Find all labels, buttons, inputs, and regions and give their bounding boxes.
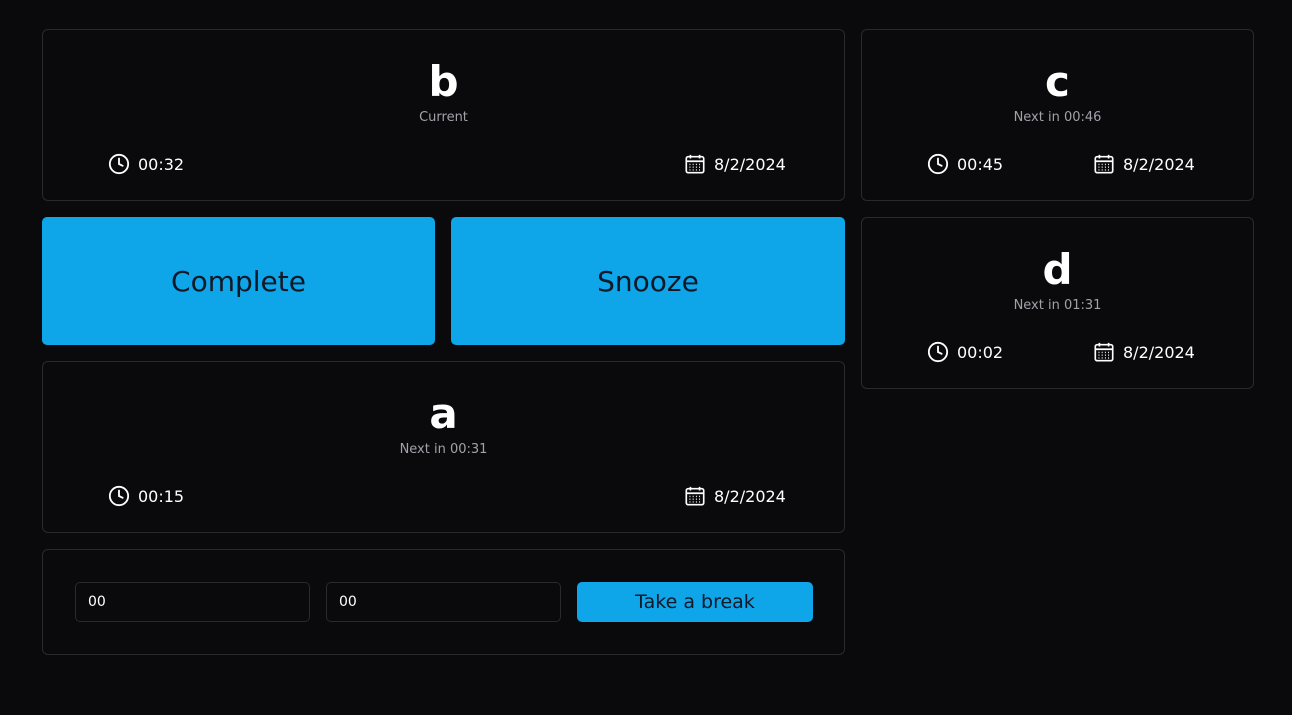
task-next-in: Next in 00:31 xyxy=(399,442,488,457)
take-break-button[interactable]: Take a break xyxy=(577,582,813,622)
duration-value: 00:15 xyxy=(138,486,185,506)
task-duration: 00:02 xyxy=(927,341,1003,363)
calendar-icon xyxy=(685,154,705,174)
task-title: a xyxy=(429,389,458,438)
break-hours-input[interactable] xyxy=(75,582,310,622)
task-date: 8/2/2024 xyxy=(1093,153,1195,175)
calendar-icon xyxy=(685,486,705,506)
task-date: 8/2/2024 xyxy=(684,153,786,175)
break-form-card: Take a break xyxy=(42,549,845,655)
queued-task-card-c: c Next in 00:46 00:45 8/2/2024 xyxy=(861,29,1254,201)
break-minutes-input[interactable] xyxy=(326,582,561,622)
current-task-card: b Current 00:32 8/2/2024 xyxy=(42,29,845,201)
clock-icon xyxy=(108,153,130,175)
task-next-in: Next in 01:31 xyxy=(1013,298,1102,313)
clock-icon xyxy=(927,341,949,363)
calendar-icon xyxy=(1094,154,1114,174)
queued-task-card-a: a Next in 00:31 00:15 8/2/2024 xyxy=(42,361,845,533)
calendar-icon xyxy=(1094,342,1114,362)
duration-value: 00:32 xyxy=(138,154,185,174)
date-value: 8/2/2024 xyxy=(714,154,786,174)
queued-task-card-d: d Next in 01:31 00:02 8/2/2024 xyxy=(861,217,1254,389)
task-duration: 00:45 xyxy=(927,153,1003,175)
task-date: 8/2/2024 xyxy=(1093,341,1195,363)
date-value: 8/2/2024 xyxy=(1123,342,1195,362)
complete-button[interactable]: Complete xyxy=(42,217,435,345)
clock-icon xyxy=(108,485,130,507)
task-status: Current xyxy=(419,110,468,125)
duration-value: 00:45 xyxy=(957,154,1004,174)
task-title: d xyxy=(1042,245,1073,294)
clock-icon xyxy=(927,153,949,175)
task-title: c xyxy=(1045,57,1070,106)
task-duration: 00:15 xyxy=(108,485,184,507)
snooze-button[interactable]: Snooze xyxy=(451,217,845,345)
task-title: b xyxy=(428,57,459,106)
date-value: 8/2/2024 xyxy=(714,486,786,506)
task-date: 8/2/2024 xyxy=(684,485,786,507)
duration-value: 00:02 xyxy=(957,342,1004,362)
task-next-in: Next in 00:46 xyxy=(1013,110,1102,125)
date-value: 8/2/2024 xyxy=(1123,154,1195,174)
task-duration: 00:32 xyxy=(108,153,184,175)
